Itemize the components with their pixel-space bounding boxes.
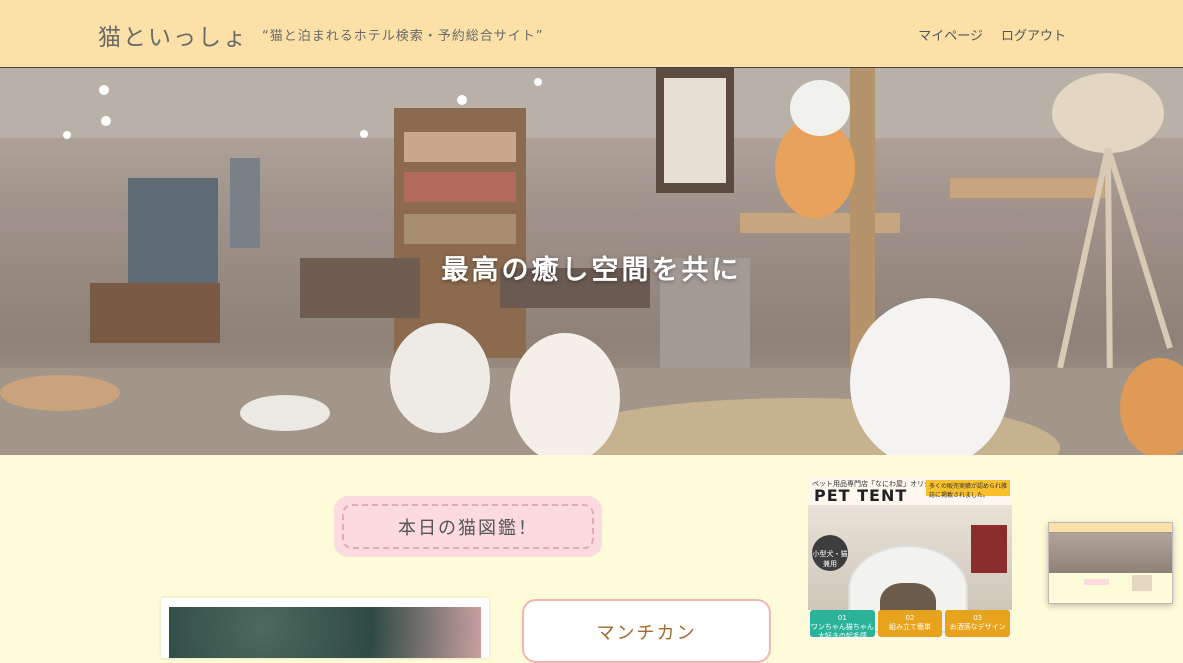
ad-product-image: 小型犬・猫兼用 xyxy=(808,505,1012,633)
ad-feature-3: 03 お洒落なデザイン xyxy=(945,610,1011,637)
thumbnail-hero xyxy=(1049,533,1172,573)
hero-title: 最高の癒し空間を共に xyxy=(441,255,742,286)
ad-round-label: 小型犬・猫兼用 xyxy=(812,535,848,571)
site-logo[interactable]: 猫といっしょ xyxy=(98,18,248,52)
ad-feature-3-num: 03 xyxy=(973,614,983,622)
site-tagline: “猫と泊まれるホテル検索・予約総合サイト” xyxy=(262,29,544,44)
thumbnail-header xyxy=(1049,523,1172,533)
screenshot-preview-thumbnail[interactable] xyxy=(1048,522,1173,604)
ad-feature-1-num: 01 xyxy=(837,614,847,622)
thumbnail-ad xyxy=(1132,575,1152,591)
ad-feature-2-num: 02 xyxy=(905,614,915,622)
nav-mypage-link[interactable]: マイページ xyxy=(918,25,983,44)
todays-cat-badge-label: 本日の猫図鑑！ xyxy=(342,504,594,549)
pet-tent-ad-banner[interactable]: ペット用品専門店「なにわ屋」オリジナル PET TENT 多くの販売実績が認めら… xyxy=(808,477,1012,639)
nav-logout-link[interactable]: ログアウト xyxy=(1001,25,1066,44)
todays-cat-badge: 本日の猫図鑑！ xyxy=(334,496,602,557)
cat-photo xyxy=(169,607,481,658)
ad-title: PET TENT xyxy=(814,486,908,505)
site-header: 猫といっしょ “猫と泊まれるホテル検索・予約総合サイト” マイページ ログアウト xyxy=(0,0,1183,68)
ad-feature-2: 02 組み立て簡単 xyxy=(877,610,943,637)
cat-breed-name: マンチカン xyxy=(596,623,697,644)
ad-feature-2-text: 組み立て簡単 xyxy=(889,623,931,631)
ad-magazine-image xyxy=(971,525,1007,573)
cat-photo-card xyxy=(161,598,489,658)
header-nav: マイページ ログアウト xyxy=(918,25,1066,44)
ad-feature-1-text: ワンちゃん猫ちゃん大好きの起毛感 xyxy=(810,623,874,639)
thumbnail-badge xyxy=(1084,579,1109,585)
ad-feature-3-text: お洒落なデザイン xyxy=(949,623,1006,631)
ad-features: 01 ワンちゃん猫ちゃん大好きの起毛感 02 組み立て簡単 03 お洒落なデザイ… xyxy=(810,610,1011,639)
ad-note: 多くの販売実績が認められ雑誌に掲載されました。 xyxy=(926,480,1010,499)
hero-banner: 最高の癒し空間を共に xyxy=(0,68,1183,455)
cat-name-card: マンチカン xyxy=(522,599,771,663)
ad-feature-1: 01 ワンちゃん猫ちゃん大好きの起毛感 xyxy=(810,610,875,639)
thumbnail-body xyxy=(1049,573,1172,603)
